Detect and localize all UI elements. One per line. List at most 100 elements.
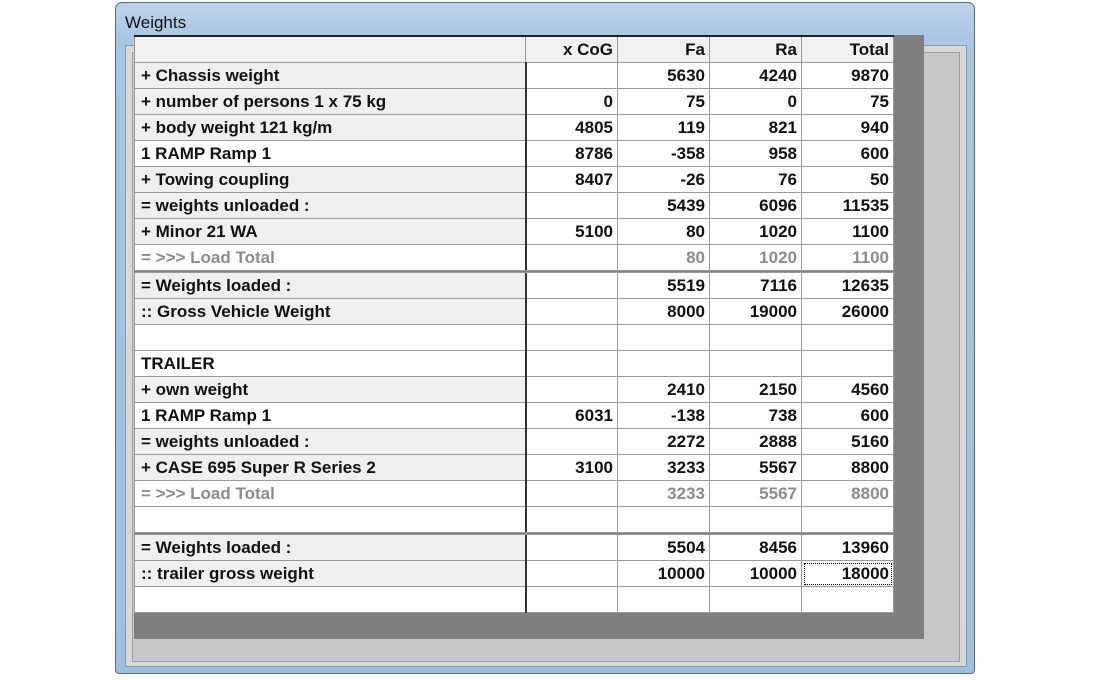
row-label[interactable]: :: Gross Vehicle Weight: [134, 298, 527, 325]
table-row[interactable]: + Towing coupling 8407 -26 76 50: [134, 166, 894, 193]
cell-xcog[interactable]: [525, 298, 618, 325]
cell-xcog[interactable]: 4805: [525, 114, 618, 141]
cell-ra[interactable]: [709, 506, 802, 534]
cell-ra[interactable]: 958: [709, 140, 802, 167]
table-row[interactable]: = weights unloaded : 2272 2888 5160: [134, 428, 894, 455]
row-label[interactable]: + Minor 21 WA: [134, 218, 527, 245]
table-row[interactable]: [134, 506, 894, 534]
row-label[interactable]: = >>> Load Total: [134, 480, 527, 507]
cell-ra[interactable]: 2888: [709, 428, 802, 455]
cell-xcog[interactable]: [525, 192, 618, 219]
table-row[interactable]: :: trailer gross weight 10000 10000 18000: [134, 560, 894, 587]
cell-fa[interactable]: 119: [617, 114, 710, 141]
cell-total[interactable]: 50: [801, 166, 894, 193]
cell-total[interactable]: 4560: [801, 376, 894, 403]
row-label[interactable]: + number of persons 1 x 75 kg: [134, 88, 527, 115]
cell-xcog[interactable]: 3100: [525, 454, 618, 481]
cell-fa[interactable]: 2272: [617, 428, 710, 455]
cell-fa[interactable]: 5630: [617, 62, 710, 89]
row-label[interactable]: + Towing coupling: [134, 166, 527, 193]
cell-xcog[interactable]: [525, 506, 618, 534]
cell-fa[interactable]: -26: [617, 166, 710, 193]
cell-xcog[interactable]: [525, 480, 618, 507]
cell-fa[interactable]: [617, 324, 710, 351]
table-row[interactable]: TRAILER: [134, 350, 894, 377]
cell-xcog[interactable]: 5100: [525, 218, 618, 245]
cell-ra[interactable]: 19000: [709, 298, 802, 325]
row-label[interactable]: TRAILER: [134, 350, 527, 377]
cell-ra[interactable]: 7116: [709, 270, 802, 299]
cell-ra[interactable]: [709, 324, 802, 351]
cell-fa[interactable]: 2410: [617, 376, 710, 403]
cell-fa[interactable]: [617, 586, 710, 613]
cell-total[interactable]: [801, 506, 894, 534]
row-label[interactable]: + Chassis weight: [134, 62, 527, 89]
cell-total[interactable]: [801, 586, 894, 613]
cell-total[interactable]: [801, 324, 894, 351]
table-row[interactable]: = >>> Load Total 80 1020 1100: [134, 244, 894, 272]
table-row[interactable]: + body weight 121 kg/m 4805 119 821 940: [134, 114, 894, 141]
cell-total[interactable]: 1100: [801, 218, 894, 245]
cell-ra[interactable]: 2150: [709, 376, 802, 403]
cell-xcog[interactable]: [525, 324, 618, 351]
cell-fa[interactable]: 80: [617, 218, 710, 245]
cell-xcog[interactable]: [525, 428, 618, 455]
cell-fa[interactable]: 8000: [617, 298, 710, 325]
cell-ra[interactable]: 0: [709, 88, 802, 115]
table-row[interactable]: + number of persons 1 x 75 kg 0 75 0 75: [134, 88, 894, 115]
cell-fa[interactable]: -138: [617, 402, 710, 429]
row-label[interactable]: :: trailer gross weight: [134, 560, 527, 587]
cell-xcog[interactable]: [525, 270, 618, 299]
cell-xcog[interactable]: [525, 560, 618, 587]
table-row[interactable]: + Minor 21 WA 5100 80 1020 1100: [134, 218, 894, 245]
cell-ra[interactable]: 1020: [709, 244, 802, 272]
cell-xcog[interactable]: [525, 244, 618, 272]
table-row[interactable]: + own weight 2410 2150 4560: [134, 376, 894, 403]
cell-ra[interactable]: 8456: [709, 532, 802, 561]
row-label[interactable]: = Weights loaded :: [134, 270, 527, 299]
cell-ra[interactable]: 76: [709, 166, 802, 193]
row-label[interactable]: [134, 586, 527, 613]
cell-xcog[interactable]: [525, 376, 618, 403]
cell-total[interactable]: 8800: [801, 480, 894, 507]
table-row[interactable]: 1 RAMP Ramp 1 6031 -138 738 600: [134, 402, 894, 429]
cell-fa[interactable]: 3233: [617, 454, 710, 481]
cell-fa[interactable]: 3233: [617, 480, 710, 507]
cell-fa[interactable]: 80: [617, 244, 710, 272]
cell-xcog[interactable]: [525, 350, 618, 377]
row-label[interactable]: = Weights loaded :: [134, 532, 527, 561]
cell-ra[interactable]: 6096: [709, 192, 802, 219]
row-label[interactable]: 1 RAMP Ramp 1: [134, 140, 527, 167]
cell-xcog[interactable]: 6031: [525, 402, 618, 429]
cell-ra[interactable]: 821: [709, 114, 802, 141]
cell-total[interactable]: [801, 350, 894, 377]
cell-ra[interactable]: [709, 586, 802, 613]
table-row[interactable]: + Chassis weight 5630 4240 9870: [134, 62, 894, 89]
row-label[interactable]: [134, 324, 527, 351]
cell-total[interactable]: 940: [801, 114, 894, 141]
cell-xcog[interactable]: 8407: [525, 166, 618, 193]
table-row[interactable]: [134, 324, 894, 351]
cell-total[interactable]: 75: [801, 88, 894, 115]
cell-ra[interactable]: 5567: [709, 480, 802, 507]
cell-ra[interactable]: 10000: [709, 560, 802, 587]
cell-fa[interactable]: 75: [617, 88, 710, 115]
cell-xcog[interactable]: [525, 62, 618, 89]
table-row[interactable]: [134, 586, 894, 613]
cell-fa[interactable]: 10000: [617, 560, 710, 587]
cell-xcog[interactable]: 8786: [525, 140, 618, 167]
cell-ra[interactable]: 4240: [709, 62, 802, 89]
cell-xcog[interactable]: [525, 586, 618, 613]
table-row[interactable]: = weights unloaded : 5439 6096 11535: [134, 192, 894, 219]
table-row[interactable]: 1 RAMP Ramp 1 8786 -358 958 600: [134, 140, 894, 167]
row-label[interactable]: = weights unloaded :: [134, 192, 527, 219]
cell-fa[interactable]: -358: [617, 140, 710, 167]
cell-total[interactable]: 18000: [801, 560, 894, 587]
row-label[interactable]: + own weight: [134, 376, 527, 403]
cell-total[interactable]: 11535: [801, 192, 894, 219]
cell-fa[interactable]: [617, 506, 710, 534]
row-label[interactable]: = >>> Load Total: [134, 244, 527, 272]
cell-total[interactable]: 600: [801, 402, 894, 429]
cell-ra[interactable]: 5567: [709, 454, 802, 481]
row-label[interactable]: + CASE 695 Super R Series 2: [134, 454, 527, 481]
